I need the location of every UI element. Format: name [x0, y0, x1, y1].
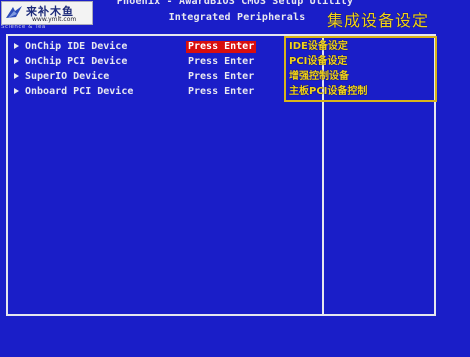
triangle-right-icon	[14, 43, 19, 49]
triangle-right-icon	[14, 73, 19, 79]
menu-item-label: OnChip PCI Device	[25, 56, 128, 67]
logo-url: www.ymlt.com	[32, 16, 77, 23]
menu-item-value[interactable]: Press Enter	[186, 56, 256, 68]
menu-item-value[interactable]: Press Enter	[186, 71, 256, 83]
menu-item-label: SuperIO Device	[25, 71, 110, 82]
watermark-logo: 来补木鱼 www.ymlt.com	[1, 1, 93, 25]
annotation-superio: 增强控制设备	[289, 71, 349, 82]
annotation-pci: PCI设备设定	[289, 56, 348, 67]
triangle-right-icon	[14, 58, 19, 64]
menu-item-onchip-pci[interactable]: OnChip PCI Device Press Enter	[14, 56, 276, 70]
menu-item-value[interactable]: Press Enter	[186, 86, 256, 98]
menu-item-superio[interactable]: SuperIO Device Press Enter	[14, 71, 276, 85]
menu-item-label: Onboard PCI Device	[25, 86, 134, 97]
bios-screen: Phoenix - AwardBIOS CMOS Setup Utility I…	[0, 0, 470, 357]
menu-item-value[interactable]: Press Enter	[186, 41, 257, 53]
menu-item-onchip-ide[interactable]: OnChip IDE Device Press Enter	[14, 41, 276, 55]
menu-item-label: OnChip IDE Device	[25, 41, 128, 52]
chinese-page-title: 集成设备设定	[327, 11, 430, 30]
annotation-onboard-pci: 主板PCI设备控制	[289, 86, 368, 97]
annotation-ide: IDE设备设定	[289, 41, 348, 52]
triangle-right-icon	[14, 88, 19, 94]
leaf-logo-icon	[6, 6, 22, 18]
logo-subtext: Science & Tea	[1, 24, 46, 30]
menu-item-onboard-pci[interactable]: Onboard PCI Device Press Enter	[14, 86, 276, 100]
